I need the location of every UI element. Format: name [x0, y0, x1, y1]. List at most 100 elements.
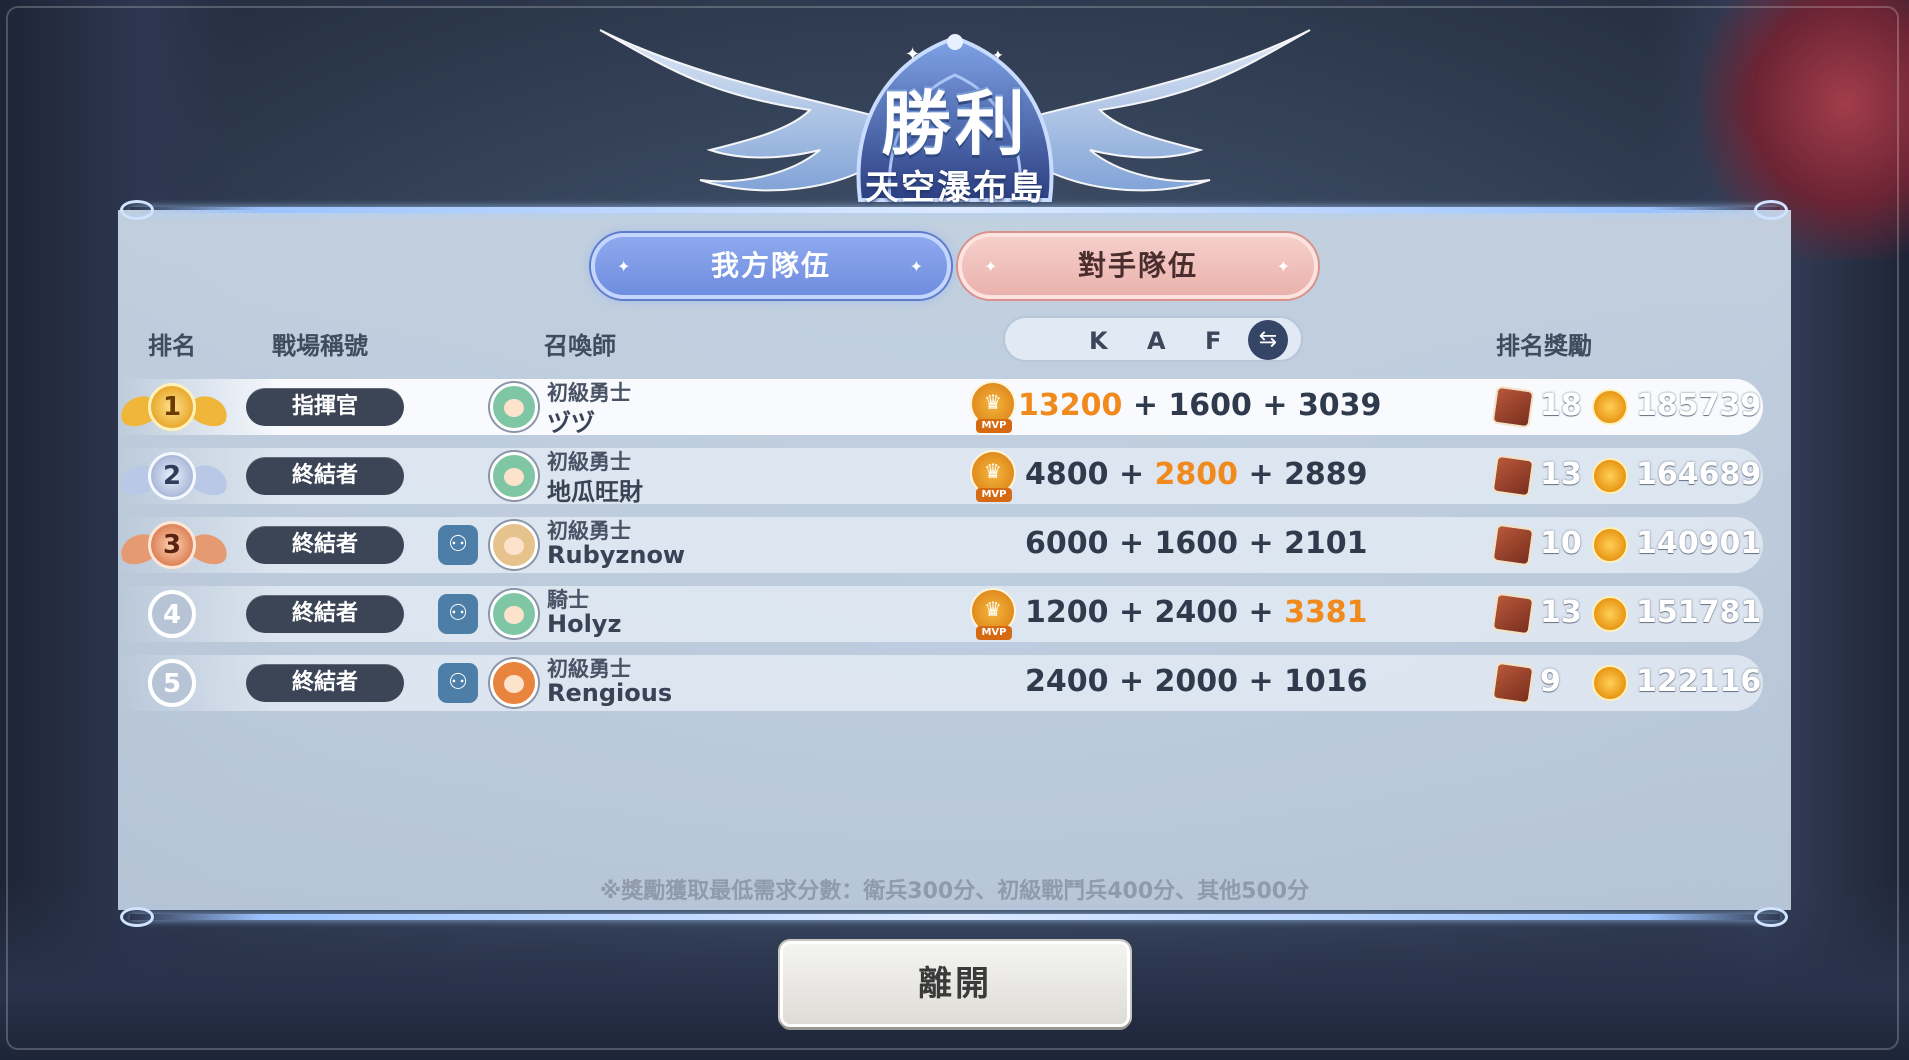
rank-medal-icon: 2 — [148, 452, 196, 500]
reward-coin-amount: 185739 — [1636, 388, 1762, 423]
kaf-score: 4800 + 2800 + 2889 — [1025, 457, 1368, 492]
header-k: K — [1089, 327, 1108, 355]
victory-title: 勝利 — [881, 83, 1029, 165]
score-a: 2400 — [1154, 595, 1239, 630]
tab-our-team-label: 我方隊伍 — [710, 249, 831, 282]
mvp-icon: ♛ MVP — [970, 588, 1016, 640]
svg-text:✦: ✦ — [992, 48, 1004, 64]
party-icon[interactable]: ⚇ — [438, 525, 478, 565]
panel-bottom-border — [130, 914, 1780, 920]
sparkle-icon: ✦ — [617, 257, 633, 276]
reward-coin-amount: 164689 — [1636, 457, 1762, 492]
map-name: 天空瀑布島 — [865, 168, 1045, 208]
kaf-score: 6000 + 1600 + 2101 — [1025, 526, 1368, 561]
rank-medal-icon: 1 — [148, 383, 196, 431]
avatar-face — [504, 399, 524, 417]
score-k: 6000 — [1025, 526, 1109, 561]
victory-emblem: ✦ ✦ 勝利 天空瀑布島 — [560, 0, 1350, 215]
mvp-icon: ♛ MVP — [970, 450, 1016, 502]
avatar-face — [504, 606, 524, 624]
sparkle-icon: ✦ — [909, 257, 925, 276]
score-k: 2400 — [1025, 664, 1109, 699]
plus-sign: + — [1251, 388, 1298, 423]
swap-icon: ⇆ — [1258, 327, 1278, 352]
player-avatar[interactable] — [490, 383, 538, 431]
battle-title-badge: 終結者 — [246, 526, 404, 564]
reward-chest-icon — [1491, 385, 1535, 429]
tab-our-team[interactable]: ✦ 我方隊伍 ✦ — [591, 233, 951, 299]
score-f: 3381 — [1284, 595, 1368, 630]
svg-text:✦: ✦ — [905, 44, 920, 65]
mvp-label: MVP — [976, 419, 1012, 433]
score-f: 1016 — [1284, 664, 1368, 699]
header-summoner: 召喚師 — [544, 332, 616, 360]
plus-sign: + — [1108, 457, 1155, 492]
battle-title-badge: 指揮官 — [246, 388, 404, 426]
reward-requirement-note: ※獎勵獲取最低需求分數：衛兵300分、初級戰鬥兵400分、其他500分 — [599, 879, 1310, 904]
player-name[interactable]: 地瓜旺財 — [547, 472, 643, 507]
reward-chest-count: 9 — [1540, 664, 1561, 699]
player-name[interactable]: Holyz — [547, 610, 621, 638]
player-avatar[interactable] — [490, 659, 538, 707]
header-a: A — [1147, 327, 1166, 355]
tab-enemy-team[interactable]: ✦ 對手隊伍 ✦ — [958, 233, 1318, 299]
score-f: 2889 — [1284, 457, 1368, 492]
score-a: 2800 — [1154, 457, 1239, 492]
player-name[interactable]: Rengious — [547, 679, 672, 707]
reward-chest-count: 18 — [1540, 388, 1582, 423]
player-avatar[interactable] — [490, 590, 538, 638]
reward-chest-icon — [1491, 661, 1535, 705]
gold-coin-icon — [1592, 389, 1628, 425]
kaf-score: 2400 + 2000 + 1016 — [1025, 664, 1368, 699]
reward-coin-amount: 151781 — [1636, 595, 1762, 630]
party-icon[interactable]: ⚇ — [438, 594, 478, 634]
party-icon[interactable]: ⚇ — [438, 663, 478, 703]
plus-sign: + — [1238, 526, 1285, 561]
tab-enemy-team-label: 對手隊伍 — [1077, 249, 1198, 282]
reward-chest-icon — [1491, 592, 1535, 636]
panel-top-border — [130, 207, 1780, 213]
battle-title-badge: 終結者 — [246, 664, 404, 702]
rank-medal-icon: 5 — [148, 659, 196, 707]
mvp-icon: ♛ MVP — [970, 381, 1016, 433]
reward-chest-icon — [1491, 454, 1535, 498]
plus-sign: + — [1108, 595, 1155, 630]
gold-coin-icon — [1592, 665, 1628, 701]
reward-chest-icon — [1491, 523, 1535, 567]
header-rank: 排名 — [148, 332, 196, 360]
score-a: 2000 — [1154, 664, 1239, 699]
score-k: 1200 — [1025, 595, 1109, 630]
ornament-left-top — [120, 200, 154, 220]
swap-toggle-button[interactable]: ⇆ — [1248, 320, 1288, 360]
avatar-face — [504, 468, 524, 486]
player-avatar[interactable] — [490, 452, 538, 500]
score-f: 2101 — [1284, 526, 1368, 561]
player-name[interactable]: ヅヅ — [547, 403, 595, 438]
mvp-label: MVP — [976, 626, 1012, 640]
plus-sign: + — [1238, 457, 1285, 492]
player-avatar[interactable] — [490, 521, 538, 569]
reward-coin-amount: 140901 — [1636, 526, 1762, 561]
reward-chest-count: 10 — [1540, 526, 1582, 561]
gold-coin-icon — [1592, 458, 1628, 494]
header-battle-title: 戰場稱號 — [272, 332, 368, 360]
plus-sign: + — [1108, 526, 1155, 561]
leave-button[interactable]: 離開 — [780, 941, 1130, 1027]
rank-medal-icon: 4 — [148, 590, 196, 638]
score-k: 13200 — [1018, 388, 1123, 423]
reward-chest-count: 13 — [1540, 595, 1582, 630]
ornament-right-bottom — [1754, 907, 1788, 927]
battle-title-badge: 終結者 — [246, 457, 404, 495]
plus-sign: + — [1122, 388, 1169, 423]
kaf-score: 1200 + 2400 + 3381 — [1025, 595, 1368, 630]
gold-coin-icon — [1592, 527, 1628, 563]
ornament-left-bottom — [120, 907, 154, 927]
avatar-face — [504, 675, 524, 693]
player-name[interactable]: Rubyznow — [547, 541, 685, 569]
avatar-face — [504, 537, 524, 555]
plus-sign: + — [1238, 595, 1285, 630]
header-reward: 排名獎勵 — [1496, 332, 1592, 360]
gold-coin-icon — [1592, 596, 1628, 632]
sparkle-icon: ✦ — [984, 257, 1000, 276]
plus-sign: + — [1108, 664, 1155, 699]
